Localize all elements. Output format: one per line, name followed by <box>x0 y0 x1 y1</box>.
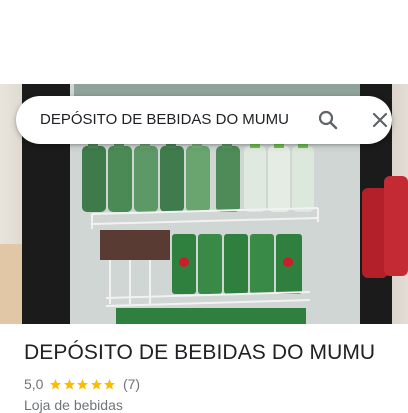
rating-value: 5,0 <box>24 376 44 392</box>
rating-row[interactable]: 5,0 (7) <box>24 375 140 393</box>
star-icon <box>104 378 116 390</box>
rating-stars <box>49 378 117 391</box>
search-bar[interactable]: DEPÓSITO DE BEBIDAS DO MUMU <box>16 96 392 144</box>
review-count[interactable]: (7) <box>123 376 140 392</box>
place-category: Loja de bebidas <box>24 397 123 413</box>
place-title: DEPÓSITO DE BEBIDAS DO MUMU <box>24 341 376 364</box>
star-icon <box>91 378 102 390</box>
star-icon <box>64 378 75 390</box>
close-icon[interactable] <box>368 108 392 132</box>
search-icon[interactable] <box>316 108 340 132</box>
search-input[interactable]: DEPÓSITO DE BEBIDAS DO MUMU <box>40 96 289 144</box>
map-top-area <box>0 0 408 84</box>
star-icon <box>77 378 89 390</box>
star-icon <box>50 378 62 390</box>
